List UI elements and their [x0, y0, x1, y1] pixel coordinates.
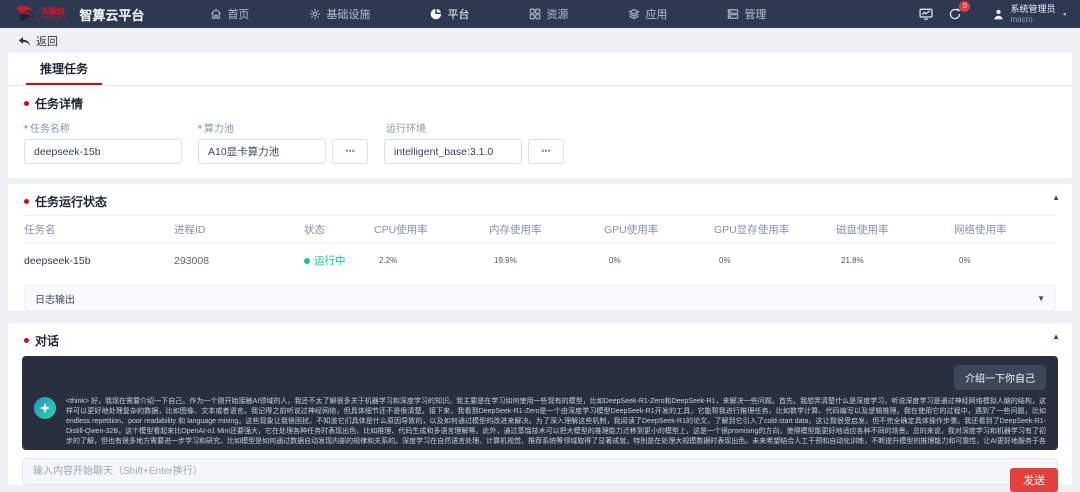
nav-item-home[interactable]: 首页 [210, 6, 249, 22]
task-name-input[interactable] [24, 139, 182, 164]
user-menu[interactable]: 系统管理员 macro ◂ [992, 4, 1066, 24]
section-dot [24, 101, 29, 106]
nav-item-management[interactable]: 管理 [727, 6, 766, 22]
monitor-chart-icon [919, 7, 933, 21]
section-dot [24, 199, 29, 204]
section-dot [24, 338, 29, 343]
refresh-button[interactable]: 0 [948, 7, 962, 21]
nav-item-label: 管理 [744, 6, 766, 22]
nav-item-label: 基础设施 [326, 6, 370, 22]
section-title-task-detail: 任务详情 [35, 95, 83, 112]
field-runtime-env: 运行环境 ••• [384, 120, 564, 164]
collapse-up-icon[interactable]: ▲ [1052, 332, 1060, 341]
ai-message-row: <think> 好，我现在需要介绍一下自己。作为一个刚开始接触AI领域的人，我还… [34, 397, 1046, 447]
col-header: 进程ID [174, 222, 304, 237]
table-header-row: 任务名 进程ID 状态 CPU使用率 内存使用率 GPU使用率 GPU显存使用率… [24, 215, 1056, 244]
cell-pid: 293008 [174, 255, 304, 267]
home-icon [210, 8, 222, 20]
task-status-card: 任务运行状态 ▲ 任务名 进程ID 状态 CPU使用率 内存使用率 GPU使用率… [8, 184, 1072, 311]
col-header: GPU使用率 [604, 222, 714, 237]
tab-bar: 推理任务 [8, 53, 1072, 86]
back-arrow-icon [18, 36, 31, 47]
back-label: 返回 [36, 33, 58, 49]
top-navbar: 天融信 TOPSEC 智算云平台 首页 基础设施 平台 资源 应用 管理 [0, 0, 1080, 28]
compute-pool-input[interactable] [198, 139, 326, 164]
nav-item-label: 平台 [447, 6, 469, 22]
task-detail-card: 推理任务 任务详情 *任务名称 *算力池 ••• 运行环境 ••• [8, 53, 1072, 178]
col-header: 任务名 [24, 222, 174, 237]
field-compute-pool: *算力池 ••• [198, 120, 368, 164]
user-role: 系统管理员 [1010, 4, 1055, 14]
navbar-right: 0 系统管理员 macro ◂ [919, 4, 1066, 24]
cell-status: 运行中 [304, 253, 374, 268]
nav-item-label: 应用 [645, 6, 667, 22]
nav-item-infrastructure[interactable]: 基础设施 [309, 6, 370, 22]
col-header: GPU显存使用率 [714, 222, 836, 237]
monitor-button[interactable] [919, 7, 933, 21]
section-title-task-status: 任务运行状态 [35, 193, 107, 210]
notification-badge: 0 [959, 1, 970, 12]
col-header: 网络使用率 [954, 222, 1056, 237]
send-button[interactable]: 发送 [1010, 468, 1058, 492]
required-marker: * [24, 124, 28, 135]
col-header: CPU使用率 [374, 222, 489, 237]
nav-item-resources[interactable]: 资源 [529, 6, 568, 22]
user-message-bubble: 介绍一下你自己 [954, 365, 1046, 390]
nav-item-applications[interactable]: 应用 [628, 6, 667, 22]
field-label: 算力池 [204, 124, 234, 135]
required-marker: * [198, 124, 202, 135]
log-caret-down-icon: ▼ [1037, 294, 1045, 303]
spark-icon [39, 402, 51, 414]
nav-item-label: 首页 [227, 6, 249, 22]
col-header: 磁盘使用率 [836, 222, 954, 237]
pie-chart-icon [430, 8, 442, 20]
brand: 天融信 TOPSEC 智算云平台 [14, 5, 144, 24]
grid-icon [529, 8, 541, 20]
gear-icon [309, 8, 321, 20]
log-output-label: 日志输出 [35, 291, 75, 306]
logo-sub: TOPSEC [41, 16, 68, 21]
app-title: 智算云平台 [79, 5, 144, 24]
back-button[interactable]: 返回 [0, 28, 1080, 53]
nav-item-platform[interactable]: 平台 [430, 6, 469, 22]
chat-input[interactable] [22, 458, 1058, 485]
col-header: 内存使用率 [489, 222, 604, 237]
log-output-toggle[interactable]: 日志输出 ▼ [24, 285, 1056, 311]
section-title-chat: 对话 [35, 332, 59, 349]
col-header: 状态 [304, 222, 374, 237]
user-name: macro [1010, 15, 1055, 24]
ai-message-text: <think> 好，我现在需要介绍一下自己。作为一个刚开始接触AI领域的人，我还… [66, 397, 1046, 447]
field-label: 任务名称 [30, 124, 70, 135]
server-icon [727, 8, 739, 20]
runtime-env-more-button[interactable]: ••• [528, 139, 564, 164]
compute-pool-more-button[interactable]: ••• [332, 139, 368, 164]
topsec-logo-icon [14, 5, 36, 23]
table-row: deepseek-15b 293008 运行中 2.2% 19.9% 0% 0%… [24, 244, 1056, 277]
chat-panel: 介绍一下你自己 <think> 好，我现在需要介绍一下自己。作为一个刚开始接触A… [22, 356, 1058, 450]
user-caret-icon: ◂ [1062, 10, 1066, 18]
status-dot-icon [304, 258, 310, 264]
layers-icon [628, 8, 640, 20]
task-detail-form: *任务名称 *算力池 ••• 运行环境 ••• [8, 117, 1072, 178]
nav-item-label: 资源 [546, 6, 568, 22]
chat-card: 对话 ▲ 介绍一下你自己 <think> 好，我现在需要介绍一下自己。作为一个刚… [8, 323, 1072, 485]
cell-task-name: deepseek-15b [24, 255, 174, 267]
field-task-name: *任务名称 [24, 120, 182, 164]
main-menu: 首页 基础设施 平台 资源 应用 管理 [210, 6, 766, 22]
tab-inference-task[interactable]: 推理任务 [26, 53, 102, 85]
user-icon [992, 8, 1005, 21]
chat-input-row: 发送 [22, 458, 1058, 485]
runtime-env-input[interactable] [384, 139, 522, 164]
collapse-up-icon[interactable]: ▲ [1052, 193, 1060, 202]
ai-avatar [34, 397, 56, 419]
status-label: 运行中 [314, 253, 346, 268]
field-label: 运行环境 [386, 124, 426, 135]
status-table: 任务名 进程ID 状态 CPU使用率 内存使用率 GPU使用率 GPU显存使用率… [8, 215, 1072, 277]
